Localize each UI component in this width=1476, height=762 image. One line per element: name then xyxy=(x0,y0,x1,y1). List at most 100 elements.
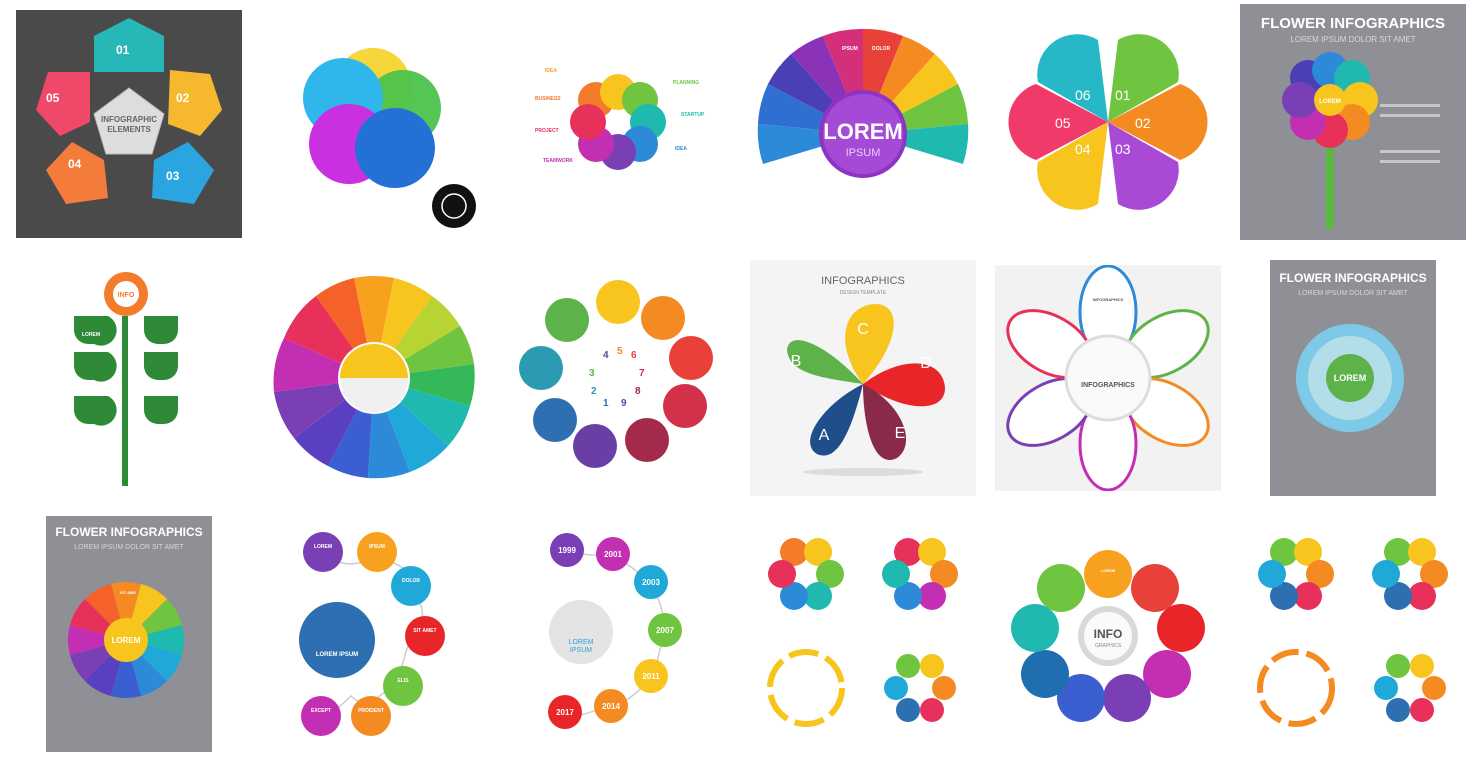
svg-text:5: 5 xyxy=(617,346,623,357)
gallery-thumbnail[interactable] xyxy=(750,516,976,752)
svg-text:LOREM: LOREM xyxy=(823,119,902,144)
svg-text:FLOWER INFOGRAPHICS: FLOWER INFOGRAPHICS xyxy=(1261,15,1445,32)
svg-text:LOREM: LOREM xyxy=(1334,373,1367,383)
svg-text:ELEMENTS: ELEMENTS xyxy=(107,125,151,134)
six-petal-image: 06 01 02 03 04 05 xyxy=(995,4,1221,240)
gallery-thumbnail[interactable]: INFOGRAPHICS INFOGRAPHICS xyxy=(995,265,1221,491)
gallery-thumbnail[interactable]: INFO LOREM xyxy=(16,260,242,496)
gallery-thumbnail[interactable]: INFOGRAPHICS DESIGN TEMPLATE C D E A B xyxy=(750,260,976,496)
rainbow-flower-image xyxy=(261,260,487,496)
outlined-petals-image: INFOGRAPHICS INFOGRAPHICS xyxy=(995,265,1221,491)
svg-text:2007: 2007 xyxy=(656,626,674,635)
svg-text:IPSUM: IPSUM xyxy=(570,647,592,654)
gallery-thumbnail[interactable]: INFO GRAPHICS LOREM xyxy=(995,516,1221,752)
svg-text:01: 01 xyxy=(116,43,130,57)
svg-text:LOREM: LOREM xyxy=(569,639,594,646)
svg-text:INFOGRAPHICS: INFOGRAPHICS xyxy=(821,275,905,287)
svg-text:LOREM IPSUM DOLOR SIT AMET: LOREM IPSUM DOLOR SIT AMET xyxy=(1298,290,1408,297)
svg-text:1999: 1999 xyxy=(558,546,576,555)
svg-text:05: 05 xyxy=(1055,115,1071,131)
svg-text:LOREM IPSUM DOLOR SIT AMET: LOREM IPSUM DOLOR SIT AMET xyxy=(74,544,184,551)
svg-text:LOREM: LOREM xyxy=(82,332,100,338)
svg-text:05: 05 xyxy=(46,91,60,105)
svg-text:2003: 2003 xyxy=(642,578,660,587)
svg-text:IPSUM: IPSUM xyxy=(842,46,858,52)
svg-text:B: B xyxy=(791,353,802,370)
svg-text:BUSINESS: BUSINESS xyxy=(535,96,561,102)
svg-text:8: 8 xyxy=(635,386,641,397)
svg-text:GRAPHICS: GRAPHICS xyxy=(1095,643,1122,649)
svg-text:PROJECT: PROJECT xyxy=(535,128,559,134)
svg-text:DOLOR: DOLOR xyxy=(402,578,420,584)
svg-text:TEAMWORK: TEAMWORK xyxy=(543,158,573,164)
gallery-thumbnail[interactable] xyxy=(261,4,487,240)
svg-text:IDEA: IDEA xyxy=(545,68,557,74)
pentagon-infographic-image: INFOGRAPHIC ELEMENTS 01 02 03 04 05 xyxy=(16,10,242,238)
svg-text:STARTUP: STARTUP xyxy=(681,112,705,118)
gallery-thumbnail[interactable]: LOREM IPSUM IPSUM DOLOR xyxy=(750,4,976,240)
lorem-fan-image: LOREM IPSUM IPSUM DOLOR xyxy=(750,4,976,240)
svg-text:IPSUM: IPSUM xyxy=(846,147,881,159)
gallery-thumbnail[interactable]: FLOWER INFOGRAPHICS LOREM IPSUM DOLOR SI… xyxy=(46,516,212,752)
svg-text:04: 04 xyxy=(68,157,82,171)
svg-text:IDEA: IDEA xyxy=(675,146,687,152)
svg-text:3: 3 xyxy=(589,368,595,379)
svg-text:LOREM: LOREM xyxy=(1319,99,1341,105)
flower-labels-image: IDEA BUSINESS PROJECT TEAMWORK PLANNING … xyxy=(505,4,731,240)
svg-text:INFO: INFO xyxy=(118,292,135,299)
svg-text:6: 6 xyxy=(631,350,637,361)
svg-text:EXCEPT: EXCEPT xyxy=(311,708,331,714)
svg-text:LOREM IPSUM DOLOR SIT AMET: LOREM IPSUM DOLOR SIT AMET xyxy=(1290,35,1415,44)
svg-text:D: D xyxy=(920,355,932,372)
svg-text:INFOGRAPHICS: INFOGRAPHICS xyxy=(1093,297,1124,302)
flower-poster-image: FLOWER INFOGRAPHICS LOREM IPSUM DOLOR SI… xyxy=(46,516,212,752)
svg-text:4: 4 xyxy=(603,350,609,361)
flower-poster-image: FLOWER INFOGRAPHICS LOREM IPSUM DOLOR SI… xyxy=(1270,260,1436,496)
svg-text:7: 7 xyxy=(639,368,645,379)
gallery-thumbnail[interactable]: INFOGRAPHIC ELEMENTS 01 02 03 04 05 xyxy=(16,10,242,238)
svg-text:LOREM: LOREM xyxy=(1101,568,1116,573)
four-flowers-image xyxy=(750,516,976,752)
svg-text:A: A xyxy=(819,427,830,444)
svg-text:LOREM IPSUM: LOREM IPSUM xyxy=(316,652,358,658)
svg-text:9: 9 xyxy=(621,398,627,409)
abcde-petals-image: INFOGRAPHICS DESIGN TEMPLATE C D E A B xyxy=(750,260,976,496)
overlapping-circles-image xyxy=(261,4,487,240)
gallery-thumbnail[interactable]: LOREM IPSUM DOLOR SIT AMET ELIS PROIDENT… xyxy=(261,516,487,752)
flower-poster-image: FLOWER INFOGRAPHICS LOREM IPSUM DOLOR SI… xyxy=(1240,4,1466,240)
gallery-thumbnail[interactable]: IDEA BUSINESS PROJECT TEAMWORK PLANNING … xyxy=(505,4,731,240)
svg-text:SIT AMET: SIT AMET xyxy=(413,628,436,634)
gallery-thumbnail[interactable] xyxy=(1240,516,1466,752)
numbered-flower-image: 4 5 6 7 8 9 1 2 3 xyxy=(505,260,731,496)
svg-text:2011: 2011 xyxy=(642,672,660,681)
gallery-thumbnail[interactable]: FLOWER INFOGRAPHICS LOREM IPSUM DOLOR SI… xyxy=(1270,260,1436,496)
svg-text:ELIS: ELIS xyxy=(397,678,409,684)
four-flowers-image xyxy=(1240,516,1466,752)
svg-text:FLOWER INFOGRAPHICS: FLOWER INFOGRAPHICS xyxy=(1279,271,1426,285)
svg-text:2014: 2014 xyxy=(602,702,620,711)
drop-flower-image: INFO GRAPHICS LOREM xyxy=(995,516,1221,752)
svg-text:03: 03 xyxy=(166,169,180,183)
svg-text:02: 02 xyxy=(176,91,190,105)
svg-text:2001: 2001 xyxy=(604,550,622,559)
svg-text:04: 04 xyxy=(1075,141,1091,157)
svg-text:LOREM: LOREM xyxy=(314,544,332,550)
svg-text:PLANNING: PLANNING xyxy=(673,80,699,86)
svg-text:PROIDENT: PROIDENT xyxy=(358,708,384,714)
svg-text:INFO: INFO xyxy=(1094,627,1123,641)
svg-text:2017: 2017 xyxy=(556,708,574,717)
image-gallery-grid: INFOGRAPHIC ELEMENTS 01 02 03 04 05 IDEA… xyxy=(0,0,1476,762)
svg-text:INFOGRAPHICS: INFOGRAPHICS xyxy=(1081,382,1135,389)
gallery-thumbnail[interactable] xyxy=(261,260,487,496)
svg-text:LOREM: LOREM xyxy=(112,636,141,645)
svg-text:06: 06 xyxy=(1075,87,1091,103)
svg-text:INFOGRAPHIC: INFOGRAPHIC xyxy=(101,115,157,124)
svg-text:01: 01 xyxy=(1115,87,1131,103)
svg-text:IPSUM: IPSUM xyxy=(369,544,385,550)
gallery-thumbnail[interactable]: 06 01 02 03 04 05 xyxy=(995,4,1221,240)
svg-text:SIT AME: SIT AME xyxy=(120,590,136,595)
gallery-thumbnail[interactable]: 1999 2001 2003 2007 2011 2014 2017 LOREM… xyxy=(505,516,731,752)
plant-infographic-image: INFO LOREM xyxy=(16,260,242,496)
gallery-thumbnail[interactable]: FLOWER INFOGRAPHICS LOREM IPSUM DOLOR SI… xyxy=(1240,4,1466,240)
gallery-thumbnail[interactable]: 4 5 6 7 8 9 1 2 3 xyxy=(505,260,731,496)
